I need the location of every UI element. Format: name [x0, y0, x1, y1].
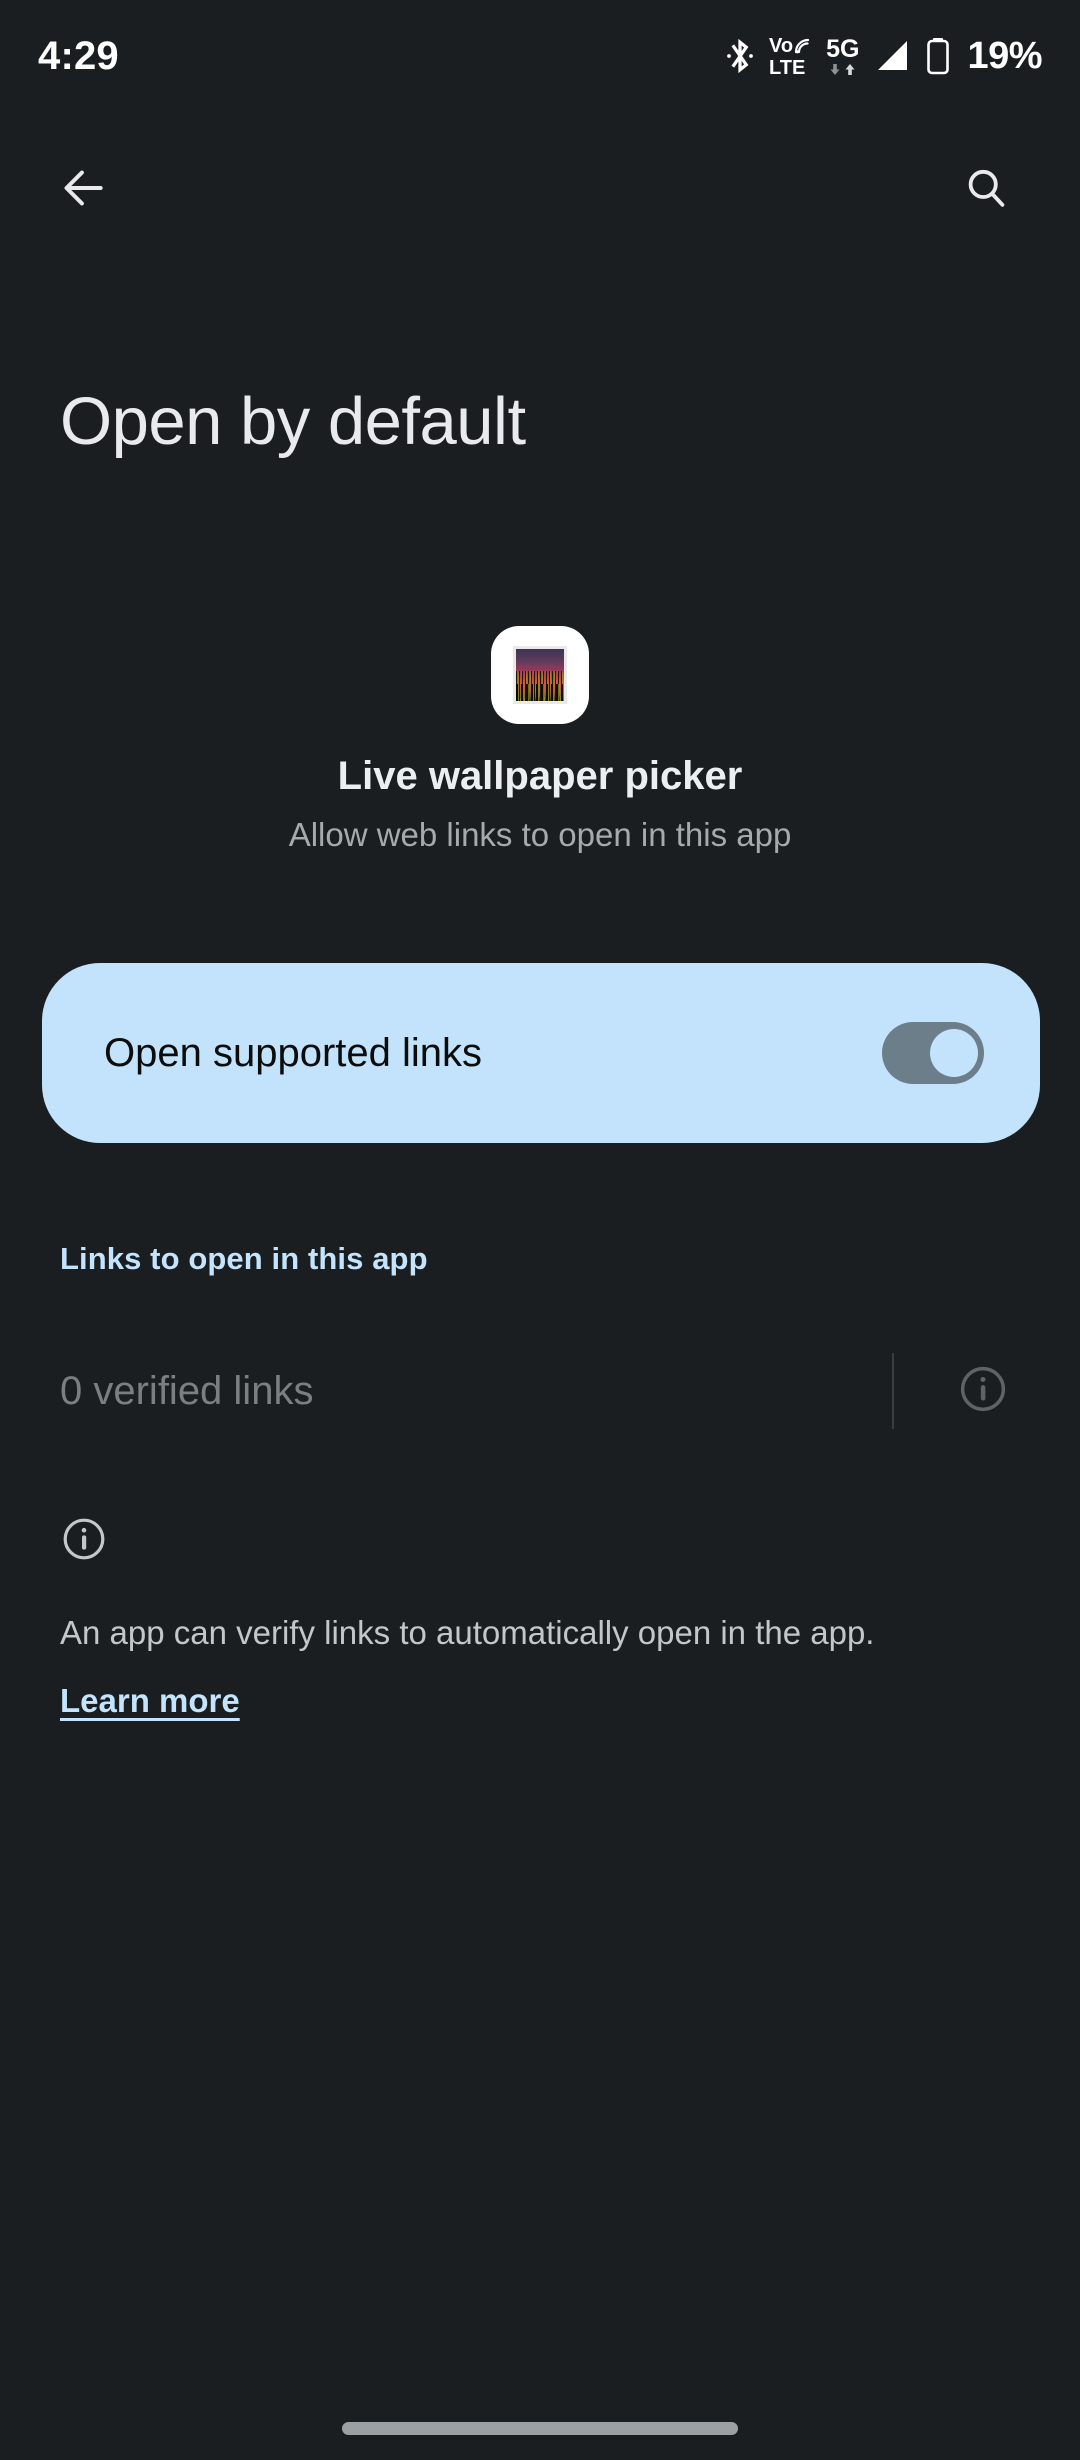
battery-icon — [925, 36, 951, 76]
screen-root: 4:29 Vo LTE 5G 19% Open by default Live … — [0, 0, 1080, 2460]
links-section-header: Links to open in this app — [60, 1241, 428, 1276]
footer-description: An app can verify links to automatically… — [60, 1614, 875, 1651]
data-activity-arrows — [829, 63, 856, 76]
signal-icon — [873, 38, 911, 74]
volte-icon: Vo LTE — [769, 35, 812, 78]
switch-knob — [930, 1029, 978, 1077]
verified-links-info-button[interactable] — [944, 1352, 1022, 1430]
search-button[interactable] — [944, 148, 1028, 232]
info-icon — [60, 1515, 108, 1563]
back-arrow-icon — [59, 163, 109, 218]
volte-label-top: Vo — [769, 34, 794, 57]
app-subtitle-label: Allow web links to open in this app — [288, 816, 792, 853]
gesture-nav-bar — [0, 2396, 1080, 2460]
wallpaper-thumbnail — [513, 646, 567, 704]
open-supported-links-card[interactable]: Open supported links — [42, 963, 1040, 1143]
5g-icon: 5G — [826, 34, 860, 76]
gesture-nav-handle[interactable] — [342, 2421, 738, 2435]
battery-percent-label: 19% — [967, 35, 1042, 77]
live-wallpaper-picker-app-icon — [491, 626, 589, 724]
page-title: Open by default — [60, 384, 526, 459]
info-icon — [957, 1363, 1009, 1420]
app-header: Live wallpaper picker Allow web links to… — [0, 626, 1080, 851]
status-bar-icons: Vo LTE 5G 19% — [725, 31, 1042, 78]
status-bar: 4:29 Vo LTE 5G 19% — [0, 0, 1080, 108]
open-supported-links-label: Open supported links — [104, 1031, 483, 1075]
app-bar — [0, 135, 1080, 245]
search-icon — [962, 164, 1010, 217]
app-name-label: Live wallpaper picker — [337, 754, 743, 798]
verified-links-row[interactable]: 0 verified links — [0, 1330, 1080, 1452]
status-bar-clock: 4:29 — [38, 34, 119, 78]
open-supported-links-switch[interactable] — [882, 1022, 984, 1084]
verified-links-label: 0 verified links — [60, 1369, 314, 1413]
footer-note: An app can verify links to automatically… — [60, 1515, 1020, 1720]
volte-label-bottom: LTE — [769, 56, 806, 79]
row-divider — [892, 1353, 894, 1429]
bluetooth-icon — [725, 36, 755, 76]
5g-label: 5G — [826, 34, 860, 63]
grass-layer-front — [516, 684, 564, 701]
back-button[interactable] — [42, 148, 126, 232]
learn-more-link[interactable]: Learn more — [60, 1682, 240, 1720]
